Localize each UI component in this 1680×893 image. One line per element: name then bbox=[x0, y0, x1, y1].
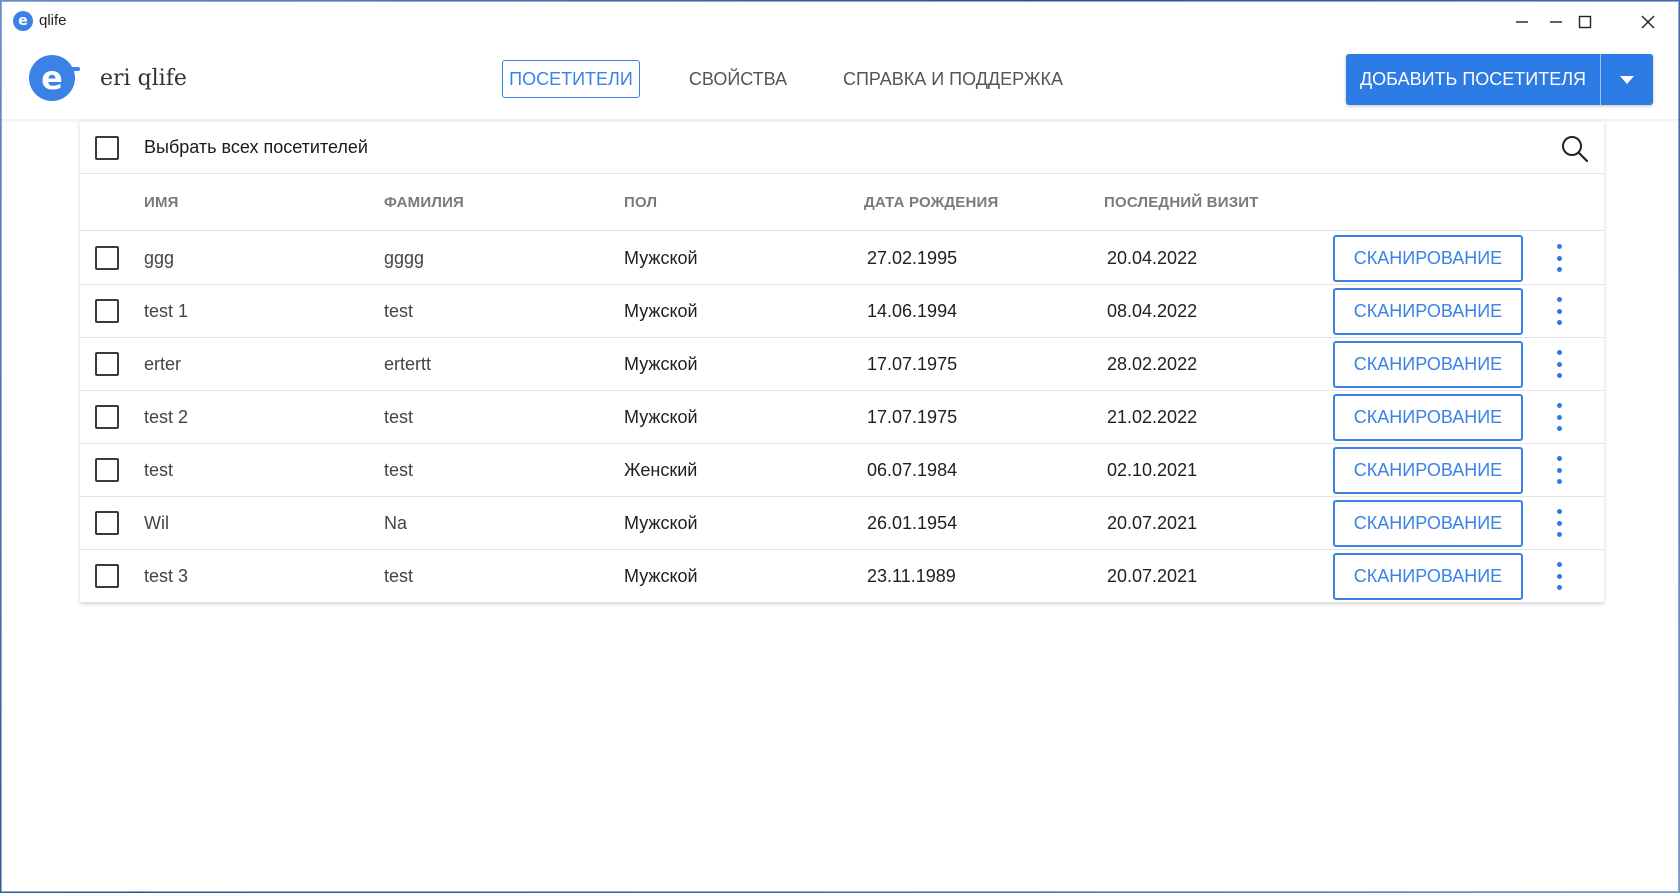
cell-first-name: erter bbox=[144, 354, 182, 374]
scan-button[interactable]: СКАНИРОВАНИЕ bbox=[1333, 394, 1523, 441]
more-options-icon[interactable] bbox=[1552, 244, 1566, 272]
nav-tab-properties[interactable]: СВОЙСТВА bbox=[682, 60, 794, 98]
close-btn[interactable] bbox=[1618, 2, 1678, 42]
visitors-table: Выбрать всех посетителей ИМЯ ФАМИЛИЯ ПОЛ… bbox=[80, 122, 1604, 603]
window-controls bbox=[1492, 2, 1678, 42]
title-bar[interactable]: e qlife bbox=[2, 2, 1678, 42]
cell-last-visit: 08.04.2022 bbox=[1107, 301, 1198, 321]
maximize-btn[interactable] bbox=[1555, 2, 1615, 42]
add-visitor-button[interactable]: ДОБАВИТЬ ПОСЕТИТЕЛЯ bbox=[1346, 54, 1600, 105]
cell-first-name: test 1 bbox=[144, 301, 189, 321]
row-checkbox[interactable] bbox=[95, 458, 119, 482]
minimize-glyph-icon bbox=[1516, 21, 1528, 23]
cell-first-name: ggg bbox=[144, 248, 175, 268]
add-visitor-split-button: ДОБАВИТЬ ПОСЕТИТЕЛЯ bbox=[1346, 54, 1653, 105]
add-visitor-dropdown-button[interactable] bbox=[1601, 54, 1653, 105]
table-row[interactable]: test 1 test Мужской 14.06.1994 08.04.202… bbox=[80, 285, 1604, 338]
cell-gender: Женский bbox=[624, 460, 698, 480]
window-title: qlife bbox=[39, 12, 67, 29]
scan-button[interactable]: СКАНИРОВАНИЕ bbox=[1333, 288, 1523, 335]
more-options-icon[interactable] bbox=[1552, 509, 1566, 537]
search-icon bbox=[1562, 136, 1589, 163]
cell-last-visit: 02.10.2021 bbox=[1107, 460, 1198, 480]
select-all-bar: Выбрать всех посетителей bbox=[80, 122, 1604, 174]
column-last-name[interactable]: ФАМИЛИЯ bbox=[384, 194, 464, 211]
cell-birth-date: 23.11.1989 bbox=[867, 566, 956, 586]
cell-birth-date: 17.07.1975 bbox=[867, 354, 958, 374]
scan-button[interactable]: СКАНИРОВАНИЕ bbox=[1333, 447, 1523, 494]
cell-first-name: Wil bbox=[144, 513, 169, 533]
row-checkbox[interactable] bbox=[95, 299, 119, 323]
table-row[interactable]: test 2 test Мужской 17.07.1975 21.02.202… bbox=[80, 391, 1604, 444]
close-icon bbox=[1641, 15, 1655, 29]
select-all-label: Выбрать всех посетителей bbox=[144, 137, 368, 157]
cell-gender: Мужской bbox=[624, 248, 698, 268]
more-options-icon[interactable] bbox=[1552, 562, 1566, 590]
app-window: e qlife e eri qlife ПОСЕТИТЕЛИ СВОЙСТВА … bbox=[1, 1, 1679, 892]
more-options-icon[interactable] bbox=[1552, 350, 1566, 378]
cell-gender: Мужской bbox=[624, 513, 698, 533]
maximize-icon bbox=[1578, 15, 1592, 29]
cell-last-visit: 20.07.2021 bbox=[1107, 566, 1198, 586]
more-options-icon[interactable] bbox=[1552, 456, 1566, 484]
cell-last-visit: 21.02.2022 bbox=[1107, 407, 1198, 427]
cell-last-name: gggg bbox=[384, 248, 425, 268]
table-row[interactable]: Wil Na Мужской 26.01.1954 20.07.2021 СКА… bbox=[80, 497, 1604, 550]
cell-birth-date: 17.07.1975 bbox=[867, 407, 958, 427]
table-row[interactable]: test 3 test Мужской 23.11.1989 20.07.202… bbox=[80, 550, 1604, 603]
cell-first-name: test 3 bbox=[144, 566, 189, 586]
caret-down-icon bbox=[1620, 75, 1634, 84]
table-row[interactable]: erter ertertt Мужской 17.07.1975 28.02.2… bbox=[80, 338, 1604, 391]
cell-birth-date: 06.07.1984 bbox=[867, 460, 958, 480]
more-options-icon[interactable] bbox=[1552, 403, 1566, 431]
scan-button[interactable]: СКАНИРОВАНИЕ bbox=[1333, 500, 1523, 547]
scan-button[interactable]: СКАНИРОВАНИЕ bbox=[1333, 553, 1523, 600]
column-first-name[interactable]: ИМЯ bbox=[144, 194, 179, 211]
app-icon: e bbox=[13, 11, 33, 31]
table-row[interactable]: test test Женский 06.07.1984 02.10.2021 … bbox=[80, 444, 1604, 497]
cell-gender: Мужской bbox=[624, 566, 698, 586]
cell-last-name: Na bbox=[384, 513, 408, 533]
cell-birth-date: 14.06.1994 bbox=[867, 301, 958, 321]
cell-last-visit: 20.04.2022 bbox=[1107, 248, 1198, 268]
column-gender[interactable]: ПОЛ bbox=[624, 194, 657, 211]
app-header: e eri qlife ПОСЕТИТЕЛИ СВОЙСТВА СПРАВКА … bbox=[2, 42, 1678, 120]
cell-gender: Мужской bbox=[624, 354, 698, 374]
table-header: ИМЯ ФАМИЛИЯ ПОЛ ДАТА РОЖДЕНИЯ ПОСЛЕДНИЙ … bbox=[80, 175, 1604, 231]
column-last-visit[interactable]: ПОСЛЕДНИЙ ВИЗИТ bbox=[1104, 194, 1259, 211]
cell-gender: Мужской bbox=[624, 407, 698, 427]
table-row[interactable]: ggg gggg Мужской 27.02.1995 20.04.2022 С… bbox=[80, 232, 1604, 285]
cell-last-name: test bbox=[384, 407, 414, 427]
brand-name: eri qlife bbox=[100, 66, 187, 91]
scan-button[interactable]: СКАНИРОВАНИЕ bbox=[1333, 235, 1523, 282]
row-checkbox[interactable] bbox=[95, 511, 119, 535]
row-checkbox[interactable] bbox=[95, 405, 119, 429]
cell-last-visit: 20.07.2021 bbox=[1107, 513, 1198, 533]
cell-first-name: test bbox=[144, 460, 174, 480]
cell-last-name: test bbox=[384, 460, 414, 480]
column-birth-date[interactable]: ДАТА РОЖДЕНИЯ bbox=[864, 194, 999, 211]
row-checkbox[interactable] bbox=[95, 246, 119, 270]
cell-last-name: test bbox=[384, 301, 414, 321]
cell-last-name: ertertt bbox=[384, 354, 432, 374]
row-checkbox[interactable] bbox=[95, 564, 119, 588]
row-checkbox[interactable] bbox=[95, 352, 119, 376]
more-options-icon[interactable] bbox=[1552, 297, 1566, 325]
select-all-checkbox[interactable] bbox=[95, 136, 119, 160]
nav-tab-help-support[interactable]: СПРАВКА И ПОДДЕРЖКА bbox=[838, 60, 1068, 98]
nav-tab-visitors[interactable]: ПОСЕТИТЕЛИ bbox=[502, 60, 640, 98]
scan-button[interactable]: СКАНИРОВАНИЕ bbox=[1333, 341, 1523, 388]
search-button[interactable] bbox=[1560, 134, 1590, 164]
cell-last-name: test bbox=[384, 566, 414, 586]
cell-birth-date: 27.02.1995 bbox=[867, 248, 958, 268]
cell-gender: Мужской bbox=[624, 301, 698, 321]
cell-last-visit: 28.02.2022 bbox=[1107, 354, 1198, 374]
cell-birth-date: 26.01.1954 bbox=[867, 513, 958, 533]
cell-first-name: test 2 bbox=[144, 407, 189, 427]
minimize-btn[interactable] bbox=[1492, 2, 1552, 42]
eri-logo: e bbox=[29, 55, 80, 101]
